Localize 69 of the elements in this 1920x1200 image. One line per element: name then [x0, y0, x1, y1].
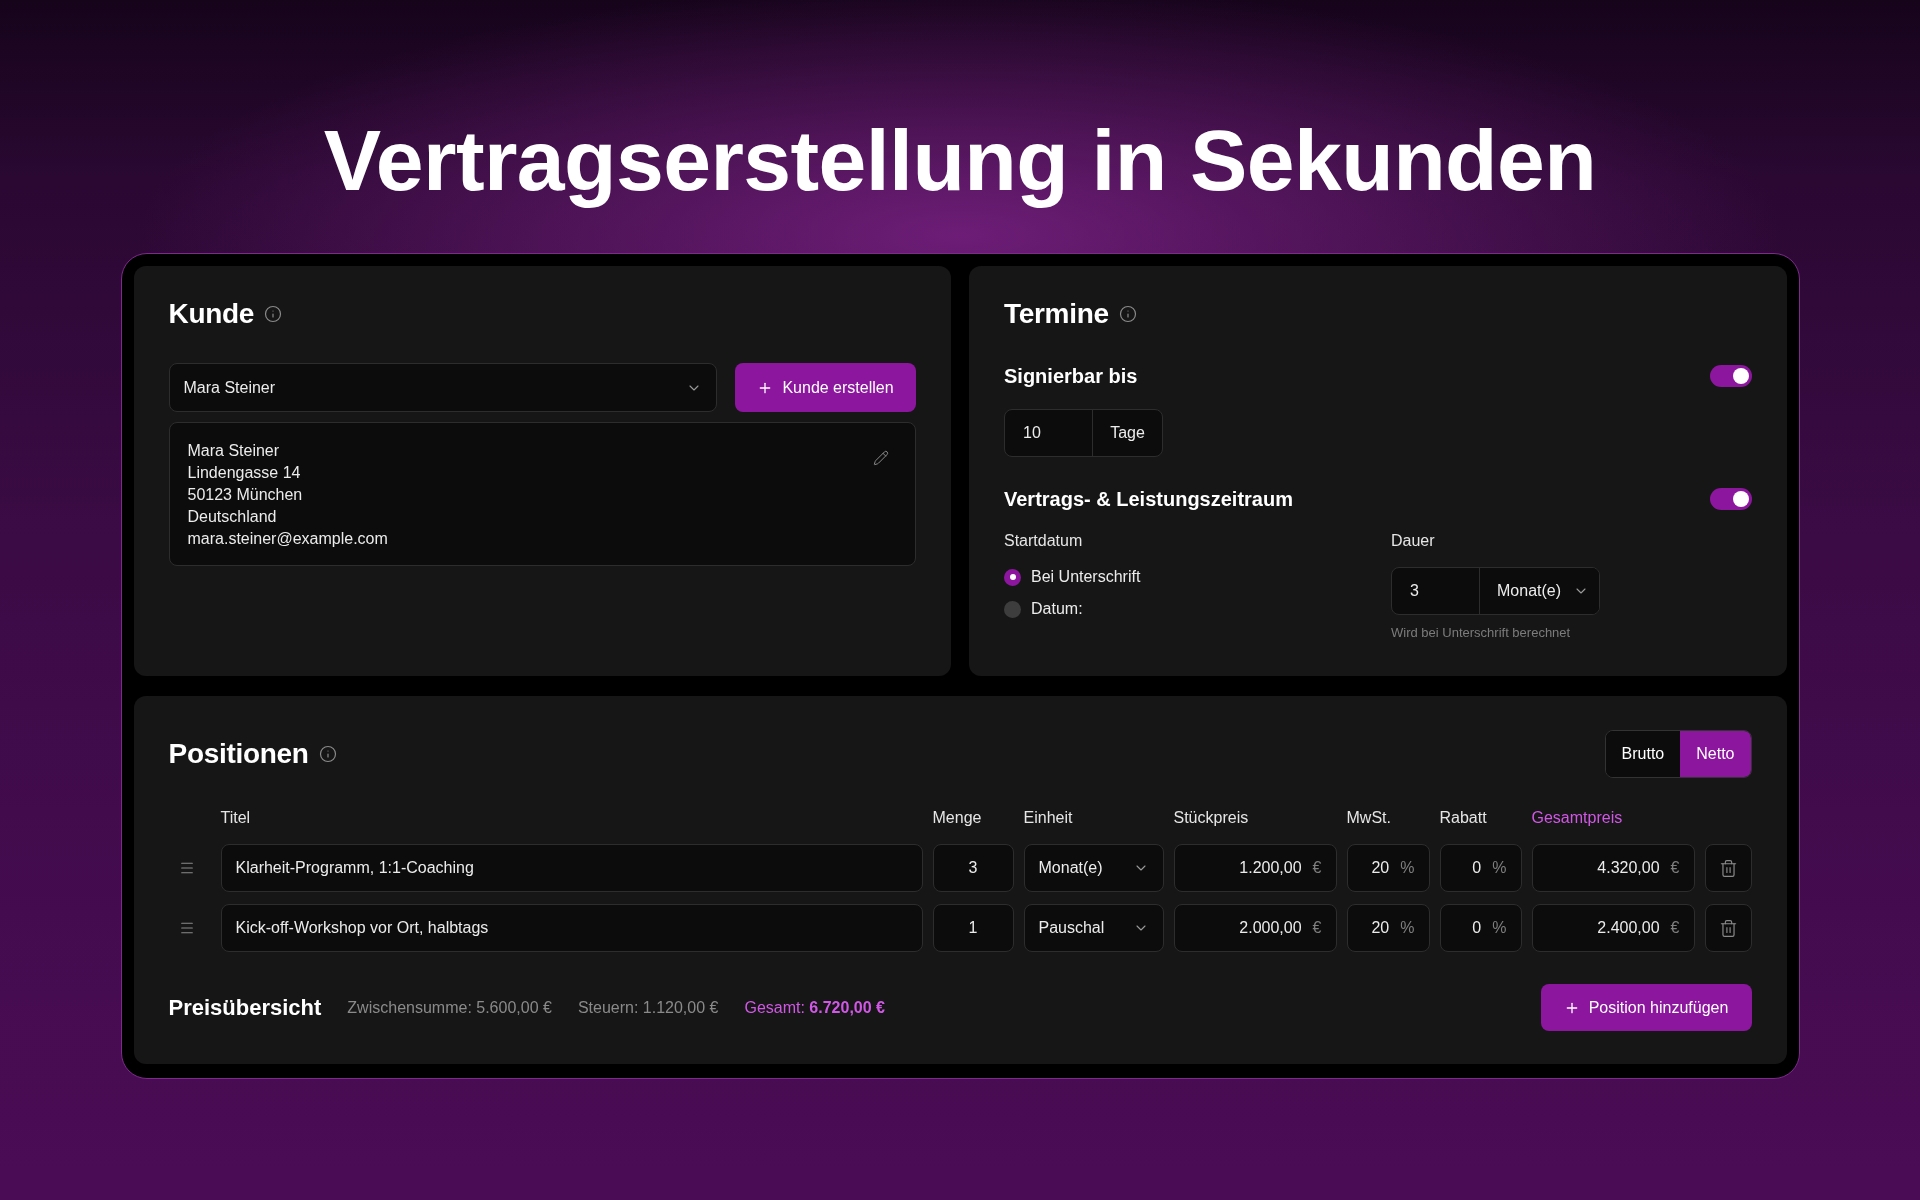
unit-suffix: € — [1312, 919, 1322, 937]
section-label: Vertrags- & Leistungszeitraum — [1004, 487, 1293, 511]
quantity-input[interactable]: 3 — [932, 844, 1014, 892]
radio-label: Datum: — [1031, 600, 1083, 618]
radio-button[interactable] — [1004, 568, 1021, 586]
vat-input[interactable]: 20 % — [1346, 844, 1430, 892]
subtotal-text: Zwischensumme: 5.600,00 € — [347, 998, 552, 1017]
drag-handle-icon[interactable] — [178, 860, 195, 876]
column-header: Einheit — [1023, 808, 1074, 828]
toggle-switch[interactable] — [1709, 365, 1752, 387]
panel-title: Kunde — [168, 297, 255, 331]
column-header: Menge — [932, 808, 983, 828]
create-customer-button[interactable]: Kunde erstellen — [735, 363, 916, 412]
panel-title: Termine — [1004, 297, 1109, 331]
discount-input[interactable]: 0 % — [1439, 844, 1522, 892]
customer-select[interactable]: Mara Steiner — [168, 363, 717, 412]
unit-select[interactable]: Pauschal — [1023, 904, 1164, 952]
toggle-switch[interactable] — [1709, 488, 1752, 510]
address-line: Mara Steiner — [187, 441, 281, 461]
total-field[interactable]: 2.400,00 € — [1531, 904, 1695, 952]
info-icon — [264, 305, 283, 323]
add-position-button[interactable]: Position hinzufügen — [1540, 984, 1752, 1031]
total-field[interactable]: 4.320,00 € — [1531, 844, 1695, 892]
delete-button[interactable] — [1704, 904, 1752, 952]
info-icon — [318, 745, 337, 763]
unit-suffix: % — [1492, 859, 1507, 877]
radio-button[interactable] — [1004, 600, 1021, 618]
info-icon — [1118, 305, 1137, 323]
quantity-input[interactable]: 1 — [932, 904, 1014, 952]
total-text: Gesamt: 6.720,00 € — [744, 998, 885, 1017]
unit-suffix: € — [1312, 859, 1322, 877]
unit-label: Tage — [1109, 423, 1146, 443]
column-header: MwSt. — [1346, 808, 1392, 828]
unit-suffix: % — [1492, 919, 1507, 937]
price-input[interactable]: 2.000,00 € — [1173, 904, 1337, 952]
panel-title: Positionen — [168, 737, 309, 771]
title-input[interactable]: Klarheit-Programm, 1:1-Coaching — [220, 844, 923, 892]
hint-text: Wird bei Unterschrift berechnet — [1391, 625, 1571, 641]
summary-title: Preisübersicht — [168, 994, 322, 1021]
unit-suffix: € — [1670, 919, 1680, 937]
column-header: Titel — [220, 808, 252, 828]
address-line: mara.steiner@example.com — [187, 529, 388, 549]
address-line: Deutschland — [187, 507, 278, 527]
unit-select[interactable]: Monat(e) — [1023, 844, 1164, 892]
field-label: Startdatum — [1004, 531, 1083, 551]
unit-suffix: % — [1400, 919, 1415, 937]
section-label: Signierbar bis — [1004, 364, 1138, 388]
number-input[interactable]: 10 — [1005, 410, 1093, 456]
address-line: 50123 München — [187, 485, 304, 505]
radio-label: Bei Unterschrift — [1031, 568, 1141, 586]
drag-handle-icon[interactable] — [178, 920, 195, 936]
vat-input[interactable]: 20 % — [1346, 904, 1430, 952]
pencil-icon[interactable] — [873, 450, 889, 466]
trash-icon — [1718, 918, 1738, 938]
page-headline: Vertragserstellung in Sekunden — [323, 112, 1597, 208]
column-header: Stückpreis — [1173, 808, 1250, 828]
price-mode-tab[interactable]: Netto — [1680, 731, 1751, 777]
column-header: Rabatt — [1439, 808, 1488, 828]
delete-button[interactable] — [1704, 844, 1752, 892]
title-input[interactable]: Kick-off-Workshop vor Ort, halbtags — [220, 904, 923, 952]
column-header: Gesamtpreis — [1531, 808, 1624, 828]
unit-suffix: % — [1400, 859, 1415, 877]
unit-suffix: € — [1670, 859, 1680, 877]
discount-input[interactable]: 0 % — [1439, 904, 1522, 952]
price-input[interactable]: 1.200,00 € — [1173, 844, 1337, 892]
tax-text: Steuern: 1.120,00 € — [577, 998, 719, 1017]
address-line: Lindengasse 14 — [187, 463, 302, 483]
field-label: Dauer — [1391, 531, 1435, 551]
trash-icon — [1718, 858, 1738, 878]
